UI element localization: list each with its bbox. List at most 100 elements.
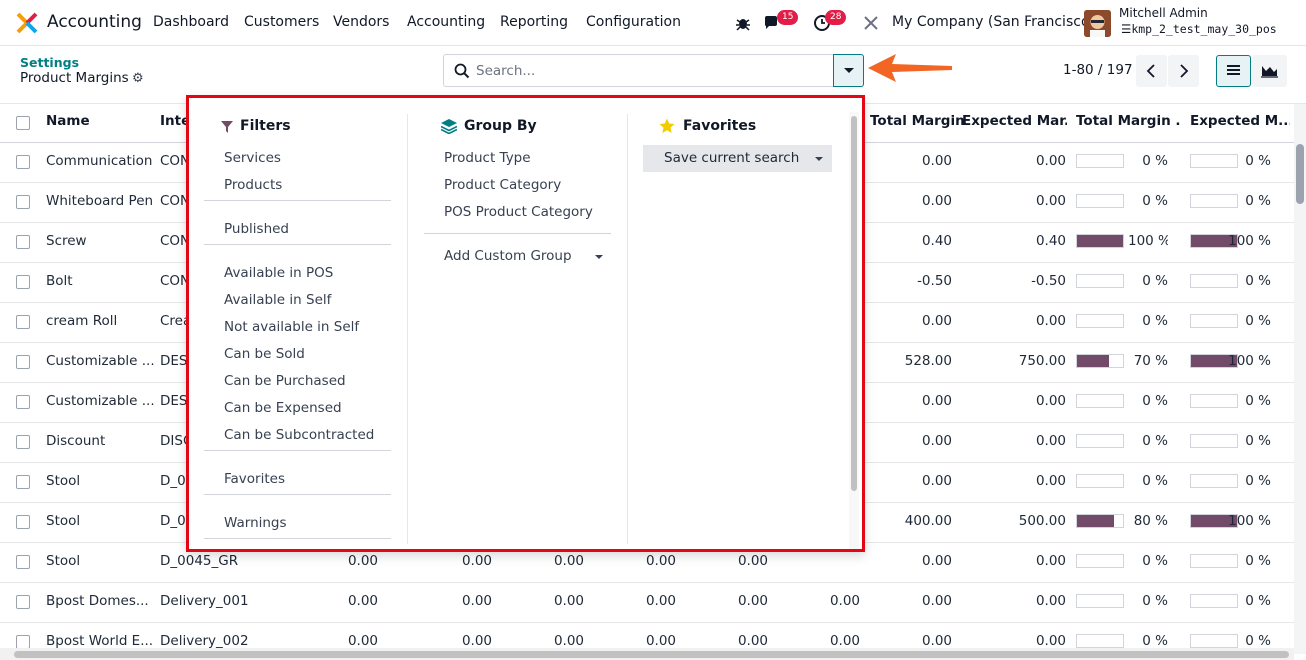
product-name: Whiteboard Pen	[46, 193, 154, 209]
row-checkbox[interactable]	[16, 155, 30, 169]
row-checkbox[interactable]	[16, 435, 30, 449]
row-checkbox[interactable]	[16, 235, 30, 249]
total-margin: 0.00	[921, 593, 952, 609]
layers-icon	[441, 119, 457, 134]
vertical-scrollbar-thumb[interactable]	[1296, 144, 1304, 204]
expected-margin-rate: 100 %	[1228, 513, 1271, 529]
select-all-checkbox[interactable]	[16, 116, 30, 130]
chevron-right-icon	[1180, 64, 1189, 78]
row-checkbox[interactable]	[16, 595, 30, 609]
row-checkbox[interactable]	[16, 355, 30, 369]
database-icon: ☰	[1121, 22, 1132, 36]
group-by-product-category[interactable]: Product Category	[444, 177, 561, 193]
vertical-scrollbar[interactable]	[1294, 104, 1306, 654]
list-view-button[interactable]	[1216, 55, 1251, 87]
star-icon	[659, 118, 675, 133]
row-checkbox[interactable]	[16, 555, 30, 569]
pager-value[interactable]: 1-80 / 197	[1063, 62, 1133, 78]
amount-cell: 0.00	[645, 633, 676, 649]
row-checkbox[interactable]	[16, 275, 30, 289]
column-expected-margin[interactable]: Expected Mar...	[962, 113, 1067, 129]
amount-cell: 0.00	[347, 593, 378, 609]
expected-margin: 0.00	[1035, 633, 1066, 649]
column-expected-margin-rate[interactable]: Expected M...	[1190, 113, 1290, 129]
menu-customers[interactable]: Customers	[244, 14, 319, 30]
filter-option[interactable]: Available in POS	[224, 265, 333, 281]
search-input[interactable]	[476, 56, 826, 85]
menu-vendors[interactable]: Vendors	[333, 14, 389, 30]
search-options-dropdown: Filters Services Products Published Availab…	[186, 95, 865, 552]
filter-option[interactable]: Can be Expensed	[224, 400, 342, 416]
column-name[interactable]: Name	[46, 113, 90, 129]
gear-icon[interactable]: ⚙	[132, 71, 144, 86]
pager-previous-button[interactable]	[1136, 55, 1167, 87]
total-margin: 0.00	[921, 313, 952, 329]
expected-margin: 750.00	[1018, 353, 1066, 369]
company-switcher[interactable]: My Company (San Francisco)	[892, 14, 1095, 30]
filter-option[interactable]: Not available in Self	[224, 319, 359, 335]
app-name[interactable]: Accounting	[47, 12, 142, 32]
row-checkbox[interactable]	[16, 635, 30, 649]
search-options-toggle[interactable]	[833, 54, 864, 87]
user-name[interactable]: Mitchell Admin	[1119, 6, 1208, 20]
total-margin-rate-bar	[1076, 234, 1124, 248]
user-avatar[interactable]	[1084, 10, 1111, 37]
expected-margin: 500.00	[1018, 513, 1066, 529]
expected-margin-rate: 0 %	[1245, 153, 1271, 169]
graph-view-button[interactable]	[1252, 55, 1287, 87]
row-checkbox[interactable]	[16, 195, 30, 209]
dropdown-scrollbar[interactable]	[849, 112, 859, 549]
expected-margin: 0.00	[1035, 433, 1066, 449]
menu-configuration[interactable]: Configuration	[586, 14, 681, 30]
save-current-search-button[interactable]: Save current search	[643, 145, 832, 172]
horizontal-scrollbar-thumb[interactable]	[14, 651, 1289, 658]
amount-cell: 0.00	[829, 633, 860, 649]
filter-option[interactable]: Available in Self	[224, 292, 331, 308]
expected-margin-rate: 0 %	[1245, 553, 1271, 569]
row-checkbox[interactable]	[16, 395, 30, 409]
total-margin-rate-bar	[1076, 194, 1124, 208]
filters-heading: Filters	[240, 118, 291, 134]
total-margin-rate: 100 %	[1128, 233, 1168, 249]
filter-option[interactable]: Published	[224, 221, 289, 237]
table-row[interactable]: Bpost Domes... Delivery_001 0.00 0.00 0.00 0.…	[0, 583, 1306, 623]
column-internal-reference[interactable]: Inte	[160, 113, 186, 129]
expected-margin-rate: 0 %	[1245, 433, 1271, 449]
row-checkbox[interactable]	[16, 475, 30, 489]
filter-option[interactable]: Warnings	[224, 515, 287, 531]
expected-margin-rate: 0 %	[1245, 393, 1271, 409]
group-by-pos-product-category[interactable]: POS Product Category	[444, 204, 593, 220]
debug-bug-icon[interactable]	[734, 14, 752, 32]
expected-margin: -0.50	[1031, 273, 1066, 289]
expected-margin-rate: 0 %	[1245, 313, 1271, 329]
total-margin: 0.00	[921, 473, 952, 489]
column-total-margin[interactable]: Total Margin	[870, 113, 965, 129]
menu-dashboard[interactable]: Dashboard	[153, 14, 229, 30]
menu-reporting[interactable]: Reporting	[500, 14, 568, 30]
accounting-app-icon[interactable]	[16, 12, 38, 34]
breadcrumb-settings[interactable]: Settings	[20, 55, 79, 70]
total-margin: 0.40	[921, 233, 952, 249]
group-by-product-type[interactable]: Product Type	[444, 150, 531, 166]
menu-accounting[interactable]: Accounting	[407, 14, 485, 30]
total-margin: 0.00	[921, 553, 952, 569]
search-bar[interactable]	[443, 54, 864, 87]
filter-option[interactable]: Services	[224, 150, 281, 166]
filter-option[interactable]: Favorites	[224, 471, 285, 487]
product-name: Stool	[46, 513, 81, 529]
user-avatar-image	[1084, 10, 1111, 37]
row-checkbox[interactable]	[16, 315, 30, 329]
filter-option[interactable]: Can be Purchased	[224, 373, 346, 389]
filter-option[interactable]: Can be Subcontracted	[224, 427, 374, 443]
add-custom-group[interactable]: Add Custom Group	[444, 248, 572, 264]
tools-icon[interactable]	[862, 14, 880, 32]
pager-next-button[interactable]	[1168, 55, 1199, 87]
column-total-margin-rate[interactable]: Total Margin ...	[1076, 113, 1181, 129]
dropdown-scrollbar-thumb[interactable]	[851, 116, 857, 491]
product-name: Bolt	[46, 273, 73, 289]
filter-option[interactable]: Products	[224, 177, 282, 193]
row-checkbox[interactable]	[16, 515, 30, 529]
expected-margin-rate: 0 %	[1245, 633, 1271, 649]
horizontal-scrollbar[interactable]	[0, 648, 1294, 660]
filter-option[interactable]: Can be Sold	[224, 346, 305, 362]
